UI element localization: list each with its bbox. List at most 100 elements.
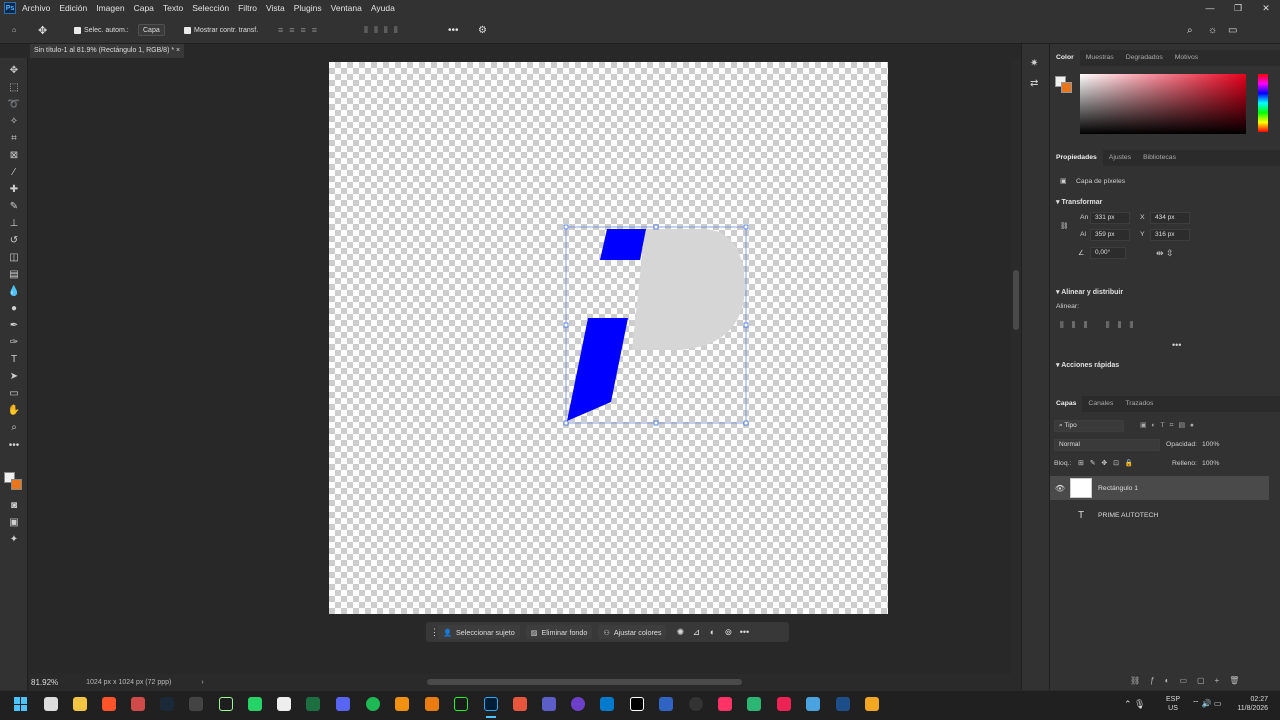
eye-icon[interactable]: 👁	[1050, 484, 1070, 493]
tab-canales[interactable]: Canales	[1082, 396, 1119, 412]
app-icon-8[interactable]	[777, 697, 791, 711]
layer-row-text[interactable]: T PRIME AUTOTECH	[1050, 503, 1269, 527]
app-icon-7[interactable]	[747, 697, 761, 711]
vertical-scrollbar[interactable]	[1011, 58, 1021, 674]
layer-thumbnail	[1070, 478, 1092, 498]
flip-icons[interactable]: ⇹ ⇳	[1156, 248, 1174, 259]
steam-icon[interactable]	[160, 697, 174, 711]
app-icon-6[interactable]	[718, 697, 732, 711]
layer-actions-icons[interactable]: ⛓ƒ◐▭▢+🗑	[1130, 676, 1249, 685]
pycharm-icon[interactable]	[454, 697, 468, 711]
status-arrow-icon[interactable]: ›	[201, 679, 203, 686]
adjust-colors-button[interactable]: ⚇ Ajustar colores	[598, 625, 667, 639]
whatsapp-icon[interactable]	[248, 697, 262, 711]
discord-icon[interactable]	[336, 697, 350, 711]
hue-slider[interactable]	[1258, 74, 1268, 132]
drag-handle-icon[interactable]: ⋮	[430, 627, 439, 638]
color-picker-field[interactable]	[1080, 74, 1246, 134]
fill-value[interactable]: 100%	[1202, 460, 1219, 467]
sparkle-icon[interactable]: ✺	[672, 627, 688, 638]
height-field[interactable]: 359 px	[1090, 229, 1130, 241]
app-icon-2[interactable]	[395, 697, 409, 711]
tab-ajustes[interactable]: Ajustes	[1103, 150, 1137, 166]
tab-propiedades[interactable]: Propiedades	[1050, 150, 1103, 166]
app-icon-10[interactable]	[836, 697, 850, 711]
quick-actions-title: Acciones rápidas	[1061, 362, 1120, 369]
align-buttons-icons[interactable]: ⫴⫴⫴ ⫴⫴⫴	[1060, 320, 1141, 331]
adjust-colors-label: Ajustar colores	[613, 627, 662, 637]
pixel-layer-icon: ▣	[1060, 178, 1067, 185]
angle-field[interactable]: 0,00°	[1090, 247, 1126, 259]
blender-icon[interactable]	[425, 697, 439, 711]
color-sampler-icon[interactable]: ✷	[1030, 58, 1038, 69]
width-field[interactable]: 331 px	[1090, 212, 1130, 224]
layer-filter-icons[interactable]: ▣◐T⌗▤●	[1140, 421, 1199, 430]
image-icon: ▨	[530, 627, 538, 637]
adjustments-icon[interactable]: ⇄	[1030, 78, 1038, 89]
align-section[interactable]: ▾ Alinear y distribuir	[1056, 288, 1123, 296]
opacity-value[interactable]: 100%	[1202, 441, 1219, 448]
app-icon-11[interactable]	[865, 697, 879, 711]
excel-icon[interactable]	[306, 697, 320, 711]
y-field[interactable]: 316 px	[1150, 229, 1190, 241]
x-label: X	[1140, 214, 1145, 221]
vscode-icon[interactable]	[600, 697, 614, 711]
transform-title: Transformar	[1061, 199, 1103, 206]
app-icon-5[interactable]	[659, 697, 673, 711]
app-icon[interactable]	[219, 697, 233, 711]
file-explorer-icon[interactable]	[73, 697, 87, 711]
layer-row-rectangle[interactable]: 👁 Rectángulo 1	[1050, 476, 1269, 500]
remove-background-button[interactable]: ▨ Eliminar fondo	[525, 625, 593, 639]
height-label: Al	[1080, 231, 1087, 238]
tab-color[interactable]: Color	[1050, 50, 1080, 66]
link-icon[interactable]: ⛓	[1060, 222, 1069, 230]
lang-primary: ESP	[1166, 696, 1181, 703]
app-icon-3[interactable]	[513, 697, 527, 711]
tab-muestras[interactable]: Muestras	[1080, 50, 1120, 66]
network-volume-icons[interactable]: ⌔ 🔊 ▭	[1192, 699, 1222, 709]
blend-mode-dropdown[interactable]: Normal	[1054, 439, 1160, 451]
app-icon-9[interactable]	[806, 697, 820, 711]
transform-icon[interactable]: ⊿	[688, 627, 704, 638]
quick-actions-section[interactable]: ▾ Acciones rápidas	[1056, 361, 1119, 369]
tray-icons[interactable]: ⌃ 🎙	[1124, 699, 1145, 710]
select-subject-button[interactable]: 👤 Seleccionar sujeto	[438, 625, 520, 639]
layer-filter-dropdown[interactable]: ⌕ Tipo	[1054, 420, 1124, 432]
tab-trazados[interactable]: Trazados	[1119, 396, 1159, 412]
zoom-level[interactable]: 81.92%	[31, 678, 58, 687]
tab-degradados[interactable]: Degradados	[1120, 50, 1169, 66]
windows-start-icon[interactable]	[14, 697, 28, 711]
lang-secondary: US	[1168, 705, 1178, 712]
contrast-icon[interactable]: ◐	[704, 627, 720, 637]
language-indicator[interactable]: ESP US	[1166, 695, 1180, 713]
browser-icon[interactable]	[131, 697, 145, 711]
color-bg-swatch[interactable]	[1061, 82, 1072, 93]
right-panels: Color Muestras Degradados Motivos Propie…	[1049, 44, 1280, 690]
photoshop-taskbar-icon[interactable]	[484, 697, 498, 711]
lock-label: Bloq.:	[1054, 460, 1072, 467]
tab-capas[interactable]: Capas	[1050, 396, 1083, 412]
vertical-scroll-thumb[interactable]	[1013, 270, 1019, 330]
angle-icon: ∠	[1078, 250, 1085, 257]
x-field[interactable]: 434 px	[1150, 212, 1190, 224]
tab-motivos[interactable]: Motivos	[1169, 50, 1204, 66]
brave-icon[interactable]	[102, 697, 116, 711]
layers-panel-tabs: Capas Canales Trazados	[1050, 396, 1280, 412]
mask-icon[interactable]: ⊚	[720, 627, 736, 638]
tab-bibliotecas[interactable]: Bibliotecas	[1137, 150, 1182, 166]
transform-section[interactable]: ▾ Transformar	[1056, 198, 1102, 206]
text-layer-icon: T	[1077, 509, 1085, 521]
github-icon[interactable]	[571, 697, 585, 711]
lock-icons[interactable]: ⊞✎✥⊡🔒	[1078, 459, 1139, 467]
horizontal-scroll-thumb[interactable]	[427, 679, 742, 685]
app-icon-4[interactable]	[630, 697, 644, 711]
chrome-icon[interactable]	[689, 697, 703, 711]
more-icon[interactable]: •••	[736, 627, 752, 637]
task-view-icon[interactable]	[44, 697, 58, 711]
epic-games-icon[interactable]	[189, 697, 203, 711]
more-align-icon[interactable]: •••	[1172, 340, 1181, 350]
teams-icon[interactable]	[542, 697, 556, 711]
notion-icon[interactable]	[277, 697, 291, 711]
clock[interactable]: 02:27 11/8/2026	[1228, 695, 1268, 713]
spotify-icon[interactable]	[366, 697, 380, 711]
